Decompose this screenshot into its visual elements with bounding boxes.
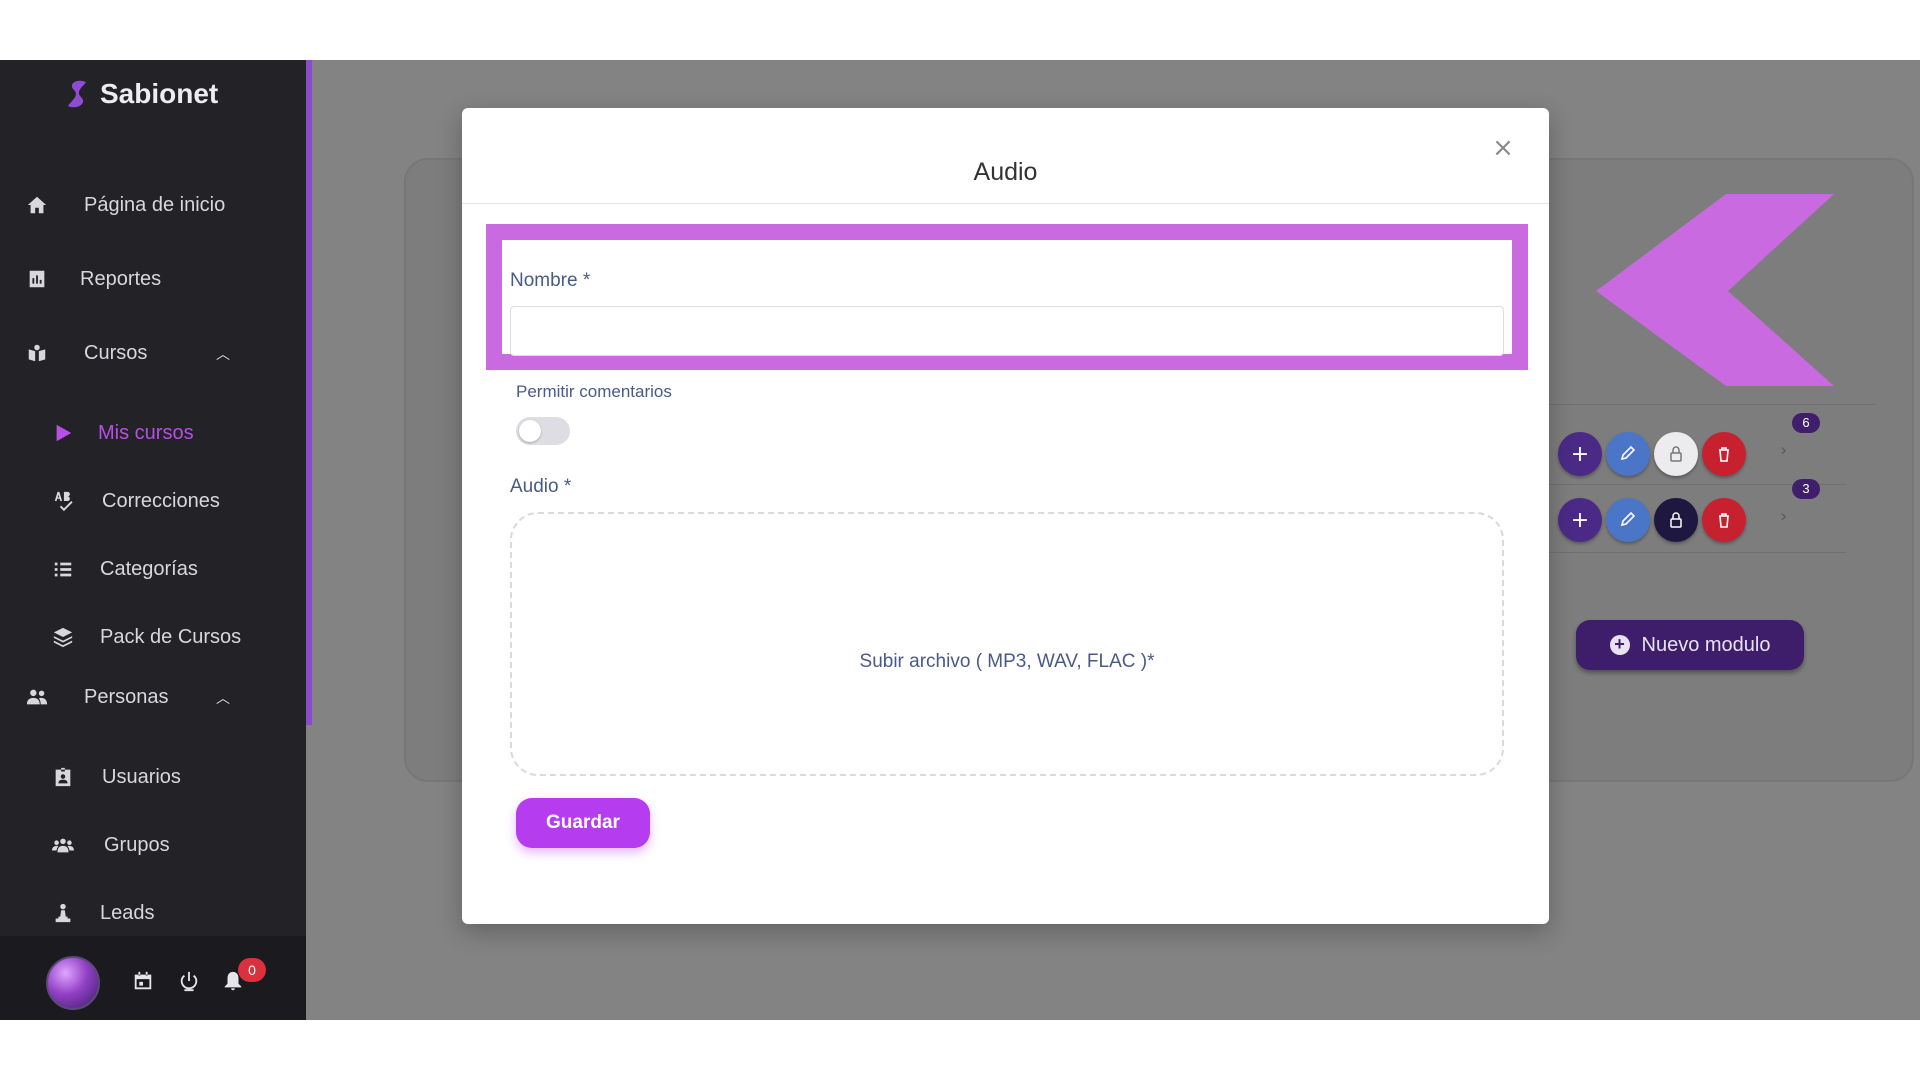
sidebar-item-home[interactable]: Página de inicio (24, 192, 225, 218)
chevron-right-icon[interactable]: › (1780, 506, 1787, 527)
leads-icon (50, 900, 76, 926)
sidebar-item-usuarios[interactable]: Usuarios (50, 764, 181, 790)
sidebar-item-label: Reportes (80, 267, 162, 290)
pencil-icon (1620, 445, 1636, 461)
save-button[interactable]: Guardar (516, 798, 650, 848)
sidebar: Sabionet Página de inicio Reportes Curso… (0, 60, 306, 1020)
chevron-up-icon: ︿ (216, 346, 230, 362)
plus-circle-icon: + (1609, 635, 1630, 655)
name-label: Nombre * (510, 270, 591, 291)
brand-name: Sabionet (100, 78, 219, 109)
module-count-badge: 6 (1792, 413, 1820, 433)
unlock-icon (1670, 446, 1682, 462)
audio-upload-dropzone[interactable]: Subir archivo ( MP3, WAV, FLAC )* (510, 512, 1504, 776)
sidebar-item-correcciones[interactable]: Correcciones (50, 488, 220, 514)
sidebar-item-label: Pack de Cursos (100, 625, 242, 648)
sidebar-item-categorias[interactable]: Categorías (50, 556, 198, 582)
add-lesson-button[interactable]: + (1558, 498, 1602, 542)
power-icon[interactable] (178, 970, 200, 992)
layers-icon (50, 624, 76, 650)
edit-button[interactable] (1606, 498, 1650, 542)
sidebar-item-personas[interactable]: Personas ︿ (24, 684, 244, 710)
module-count-badge: 3 (1792, 479, 1820, 499)
sidebar-item-leads[interactable]: Leads (50, 900, 155, 926)
sidebar-item-pack-de-cursos[interactable]: Pack de Cursos (50, 624, 241, 650)
delete-button[interactable] (1702, 498, 1746, 542)
list-icon (50, 556, 76, 582)
comments-label: Permitir comentarios (516, 382, 672, 401)
id-badge-icon (50, 764, 76, 790)
sidebar-item-label: Página de inicio (84, 193, 226, 216)
avatar[interactable] (46, 956, 100, 1010)
sidebar-item-label: Mis cursos (98, 421, 194, 444)
brand[interactable]: Sabionet (66, 78, 218, 110)
spellcheck-icon (50, 488, 76, 514)
sidebar-item-mis-cursos[interactable]: Mis cursos (50, 420, 194, 446)
add-lesson-button[interactable]: + (1558, 432, 1602, 476)
chevron-right-icon[interactable]: › (1780, 440, 1787, 461)
new-module-label: Nuevo modulo (1641, 633, 1771, 656)
home-icon (24, 192, 50, 218)
calendar-icon[interactable] (132, 970, 154, 992)
sidebar-item-label: Usuarios (102, 765, 181, 788)
modal-header: Audio × (462, 108, 1549, 204)
pencil-icon (1620, 511, 1636, 527)
sidebar-item-label: Correcciones (102, 489, 220, 512)
sidebar-item-reportes[interactable]: Reportes (24, 266, 161, 292)
sidebar-item-label: Categorías (100, 557, 198, 580)
pointer-arrow-icon (1596, 194, 1834, 386)
toggle-knob (519, 420, 541, 442)
sidebar-accent-bar (306, 60, 312, 725)
sidebar-item-label: Leads (100, 901, 155, 924)
sidebar-item-cursos[interactable]: Cursos ︿ (24, 340, 244, 366)
new-module-button[interactable]: + Nuevo modulo (1576, 620, 1804, 670)
sidebar-item-label: Personas (84, 685, 169, 708)
lock-button[interactable] (1654, 498, 1698, 542)
trash-icon (1719, 513, 1729, 528)
users-icon (24, 684, 50, 710)
audio-modal: Audio × Nombre * Permitir comentarios Au… (462, 108, 1549, 924)
audio-label: Audio * (510, 476, 572, 497)
group-icon (50, 832, 76, 858)
close-icon[interactable]: × (1491, 135, 1515, 161)
lock-button[interactable] (1654, 432, 1698, 476)
modal-title: Audio (973, 158, 1038, 186)
upload-text: Subir archivo ( MP3, WAV, FLAC )* (859, 651, 1155, 672)
sidebar-item-label: Cursos (84, 341, 148, 364)
comments-toggle[interactable] (516, 417, 570, 445)
notification-badge: 0 (238, 958, 266, 982)
play-icon (50, 420, 76, 446)
chevron-up-icon: ︿ (216, 690, 230, 706)
name-field[interactable] (510, 306, 1504, 356)
delete-button[interactable] (1702, 432, 1746, 476)
sabionet-logo-icon (68, 80, 86, 108)
app-frame: 6 + › 3 + › + Nuevo modulo Sabionet Pági… (0, 60, 1920, 1020)
sidebar-item-grupos[interactable]: Grupos (50, 832, 170, 858)
sidebar-footer: 0 (0, 936, 306, 1020)
lock-icon (1670, 512, 1682, 528)
sidebar-item-label: Grupos (104, 833, 170, 856)
course-icon (24, 340, 50, 366)
edit-button[interactable] (1606, 432, 1650, 476)
trash-icon (1719, 447, 1729, 462)
report-icon (24, 266, 50, 292)
